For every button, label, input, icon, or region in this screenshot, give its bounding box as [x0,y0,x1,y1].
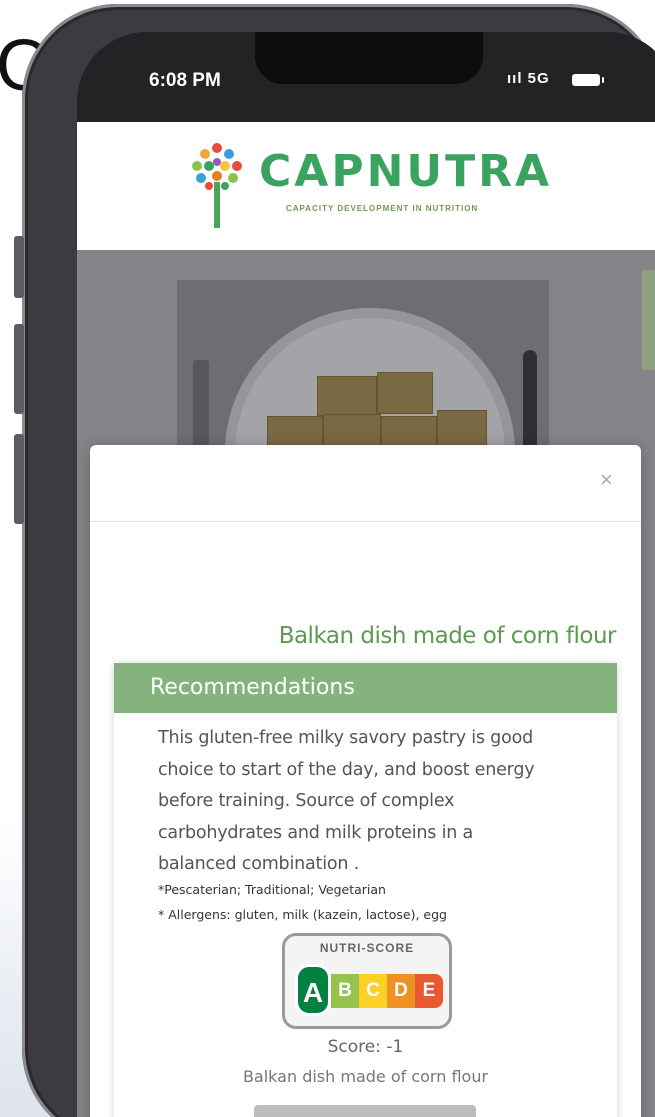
brand-tagline: CAPACITY DEVELOPMENT IN NUTRITION [286,204,479,213]
modal-action-button[interactable] [254,1105,476,1117]
recommendations-line: carbohydrates and milk proteins in a [158,822,474,843]
recommendations-text: This gluten-free milky savory pastry is … [158,723,598,881]
recipe-modal: × Balkan dish made of corn flour Recomme… [90,445,641,1117]
score-caption: Balkan dish made of corn flour [242,1067,489,1086]
nutri-score-scale: A B C D E [295,964,443,1016]
dish-title: Balkan dish made of corn flour [278,623,617,649]
nutri-grade-e: E [415,974,443,1008]
close-icon[interactable]: × [600,467,613,493]
recommendations-heading: Recommendations [114,663,617,713]
modal-header-divider [90,521,641,522]
volume-down-button [14,434,24,524]
volume-up-button [14,324,24,414]
nutri-grade-d: D [387,974,415,1008]
nutri-grade-c: C [359,974,387,1008]
recommendations-card: Recommendations This gluten-free milky s… [114,663,617,1117]
brand-name: CAPNUTRA [259,146,553,197]
score-value: Score: -1 [327,1037,404,1057]
status-bar: 6:08 PM ııl 5G [77,32,655,122]
phone-frame: 6:08 PM ııl 5G CAPNUTRA CAPACITY DEVELOP… [14,4,655,1117]
recommendations-line: choice to start of the day, and boost en… [158,759,535,780]
nutri-grade-a: A [295,964,331,1016]
nutri-grade-b: B [331,974,359,1008]
adjacent-card-edge [642,270,655,370]
silent-switch [14,236,24,298]
battery-icon [572,74,604,86]
recommendations-line: before training. Source of complex [158,791,455,811]
notch [255,32,483,84]
site-header: CAPNUTRA CAPACITY DEVELOPMENT IN NUTRITI… [77,122,655,250]
pastry-piece [317,376,377,416]
phone-screen: 6:08 PM ııl 5G CAPNUTRA CAPACITY DEVELOP… [77,32,655,1117]
signal-icon: ııl 5G [507,70,550,87]
nutri-score-title: NUTRI-SCORE [319,941,415,955]
capnutra-tree-logo-icon [192,143,242,228]
diet-tags: *Pescaterian; Traditional; Vegetarian [158,882,386,897]
status-time: 6:08 PM [149,70,221,91]
recommendations-line: balanced combination . [158,854,359,874]
pastry-piece [377,372,433,414]
allergens-note: * Allergens: gluten, milk (kazein, lacto… [158,907,447,922]
recommendations-line: This gluten-free milky savory pastry is … [158,728,534,748]
nutri-score-badge: NUTRI-SCORE A B C D E [282,933,452,1029]
